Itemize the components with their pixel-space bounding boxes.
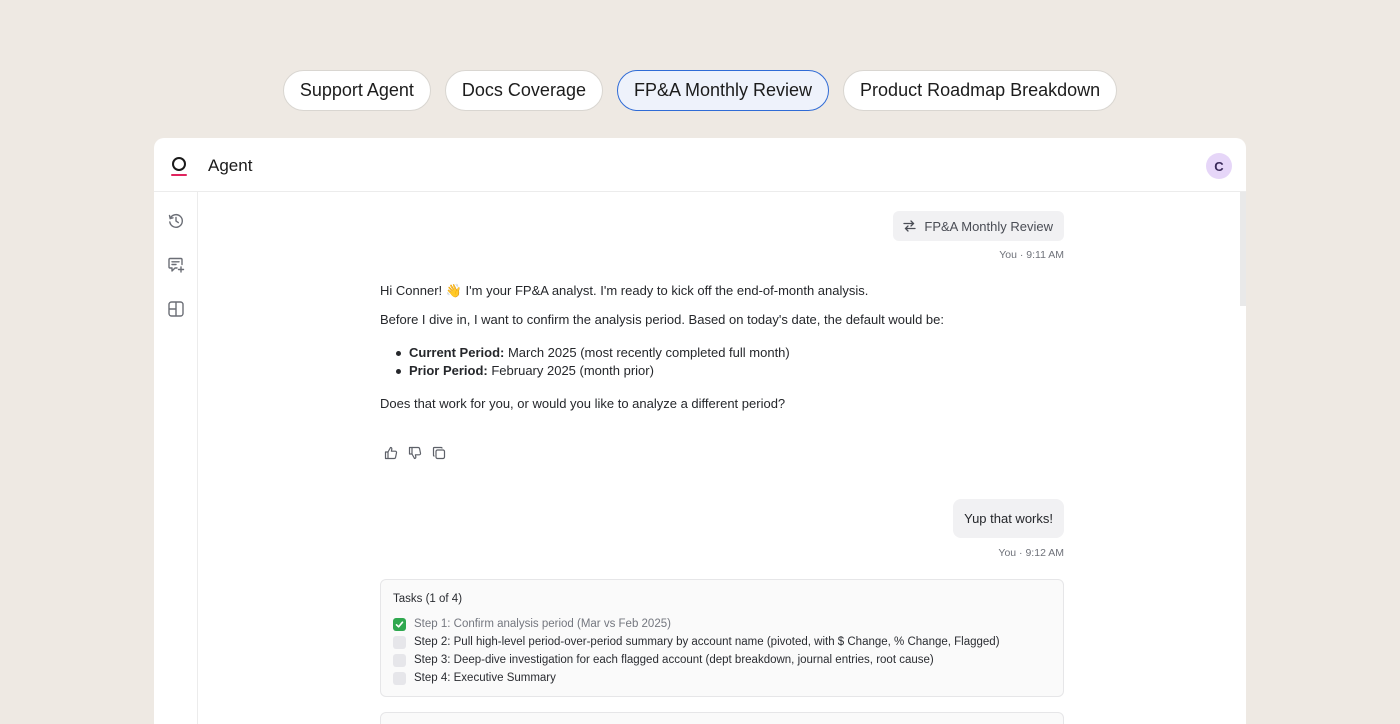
user-reply-bubble: Yup that works! — [953, 499, 1064, 538]
agent-question: Does that work for you, or would you lik… — [380, 396, 786, 411]
tab-fpa-monthly-review[interactable]: FP&A Monthly Review — [616, 70, 830, 111]
tab-support-agent[interactable]: Support Agent — [282, 70, 431, 111]
period-list: Current Period: March 2025 (most recentl… — [396, 344, 790, 380]
agent-greeting: Hi Conner! 👋 I'm your FP&A analyst. I'm … — [380, 283, 869, 298]
checkbox[interactable] — [393, 671, 406, 685]
checkbox-checked[interactable] — [393, 617, 406, 631]
thumbs-down-icon[interactable] — [408, 446, 422, 460]
tasks-title: Tasks (1 of 4) — [393, 593, 463, 605]
task-item: Step 1: Confirm analysis period (Mar vs … — [393, 616, 671, 632]
checkbox[interactable] — [393, 635, 406, 649]
agent-intro: Before I dive in, I want to confirm the … — [380, 312, 944, 327]
scrollbar[interactable] — [1240, 192, 1246, 306]
message-meta: You · 9:12 AM — [998, 547, 1064, 559]
thumbs-up-icon[interactable] — [384, 446, 398, 460]
workflow-chip-label: FP&A Monthly Review — [924, 218, 1053, 234]
task-label: Step 4: Executive Summary — [414, 672, 556, 684]
logo-icon — [170, 157, 188, 177]
history-icon[interactable] — [167, 212, 185, 230]
list-item: Current Period: March 2025 (most recentl… — [396, 345, 790, 360]
message-actions — [384, 446, 446, 460]
workflow-icon — [903, 220, 917, 232]
task-label: Step 2: Pull high-level period-over-peri… — [414, 636, 1000, 648]
task-label: Step 3: Deep-dive investigation for each… — [414, 654, 934, 666]
top-bar: Agent C — [154, 138, 1246, 192]
check-icon — [395, 620, 404, 628]
tab-docs-coverage[interactable]: Docs Coverage — [444, 70, 603, 111]
next-message-card — [380, 712, 1064, 724]
scenario-tabs: Support Agent Docs Coverage FP&A Monthly… — [0, 70, 1400, 111]
list-item: Prior Period: February 2025 (month prior… — [396, 362, 790, 380]
task-label: Step 1: Confirm analysis period (Mar vs … — [414, 618, 671, 630]
task-item: Step 3: Deep-dive investigation for each… — [393, 652, 934, 668]
copy-icon[interactable] — [432, 446, 446, 460]
checkbox[interactable] — [393, 653, 406, 667]
new-chat-icon[interactable] — [167, 256, 185, 274]
tasks-card: Tasks (1 of 4) Step 1: Confirm analysis … — [380, 579, 1064, 697]
app-title: Agent — [208, 156, 253, 175]
avatar[interactable]: C — [1206, 153, 1232, 179]
agent-app-window: Agent C FP&A Monthly Review You · 9:11 A… — [154, 138, 1246, 724]
sidebar — [154, 192, 198, 724]
layout-icon[interactable] — [167, 300, 185, 318]
message-meta: You · 9:11 AM — [999, 249, 1064, 261]
task-item: Step 2: Pull high-level period-over-peri… — [393, 634, 1000, 650]
workflow-chip[interactable]: FP&A Monthly Review — [893, 211, 1064, 241]
tab-product-roadmap-breakdown[interactable]: Product Roadmap Breakdown — [843, 70, 1118, 111]
task-item: Step 4: Executive Summary — [393, 670, 556, 686]
